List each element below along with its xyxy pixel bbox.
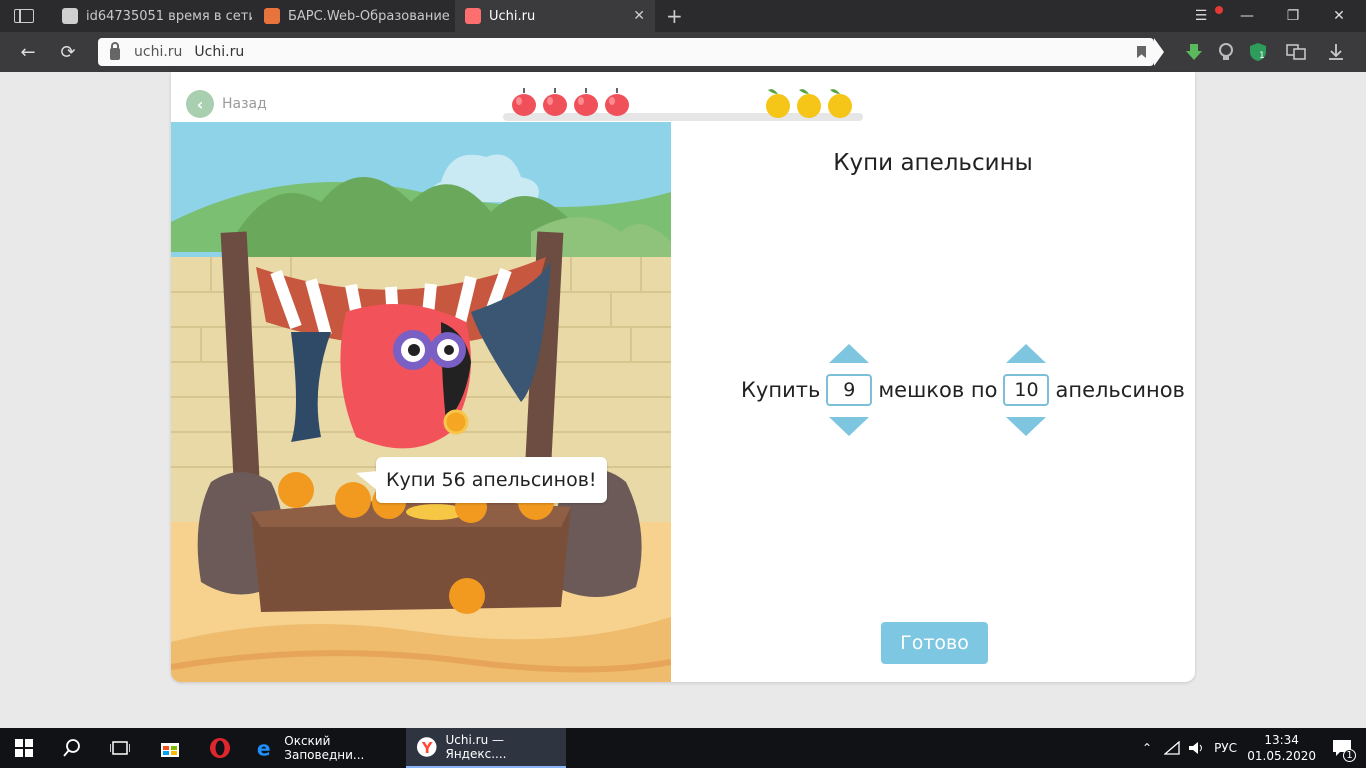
search-icon[interactable] xyxy=(48,728,96,768)
word-bags: мешков по xyxy=(878,378,998,402)
bookmark-icon[interactable] xyxy=(1137,46,1146,58)
shield-extension-icon[interactable]: 1 xyxy=(1248,42,1268,62)
taskbar-app-label: Uchi.ru — Яндекс.... xyxy=(445,733,507,761)
clock[interactable]: 13:34 01.05.2020 xyxy=(1247,732,1316,764)
browser-menu-icon[interactable]: ☰ xyxy=(1178,0,1224,32)
url-field[interactable]: uchi.ru Uchi.ru xyxy=(98,38,1164,66)
store-icon[interactable] xyxy=(146,728,194,768)
bulb-extension-icon[interactable] xyxy=(1216,42,1236,62)
yandex-browser-icon: Y xyxy=(416,737,437,757)
browser-tab-bar: id64735051 время в сети В БАРС.Web-Образ… xyxy=(0,0,1366,32)
purchase-equation: Купить 9 мешков по 10 апельсинов xyxy=(741,344,1185,436)
download-extension-icon[interactable] xyxy=(1184,42,1204,62)
back-label: Назад xyxy=(222,96,267,112)
time-label: 13:34 xyxy=(1264,733,1299,747)
uchi-favicon-icon xyxy=(465,8,481,24)
svg-text:1: 1 xyxy=(1259,51,1265,61)
word-oranges: апельсинов xyxy=(1055,378,1185,402)
network-icon[interactable] xyxy=(1164,741,1180,755)
bars-favicon-icon xyxy=(264,8,280,24)
reload-icon[interactable]: ⟳ xyxy=(56,40,80,64)
notifications-icon[interactable]: 1 xyxy=(1318,728,1366,768)
address-toolbar: ← ⟳ uchi.ru Uchi.ru 1 xyxy=(0,32,1366,72)
back-button[interactable]: ‹ Назад xyxy=(186,90,267,118)
orange-fruit-icon xyxy=(766,89,790,118)
tab-bars[interactable]: БАРС.Web-Образование - xyxy=(254,0,454,32)
back-arrow-icon[interactable]: ← xyxy=(16,40,40,64)
vk-favicon-icon xyxy=(62,8,78,24)
opera-icon[interactable] xyxy=(196,728,244,768)
chevron-up-icon[interactable]: ⌃ xyxy=(1142,741,1152,755)
word-buy: Купить xyxy=(741,378,821,402)
orange-fruit-icon xyxy=(797,89,821,118)
orange-progress xyxy=(765,86,853,118)
notification-count: 1 xyxy=(1343,749,1356,762)
tab-vk[interactable]: id64735051 время в сети В xyxy=(52,0,252,32)
bags-decrement-arrow-icon[interactable] xyxy=(829,417,870,436)
tab-uchi[interactable]: Uchi.ru ✕ xyxy=(455,0,655,32)
taskbar-app-label: Окский Заповедни... xyxy=(284,734,365,762)
new-tab-button[interactable]: + xyxy=(666,4,683,28)
market-stall-illustration: Купи 56 апельсинов! xyxy=(171,122,671,682)
svg-text:Y: Y xyxy=(421,740,433,757)
sidebar-toggle-icon[interactable] xyxy=(14,9,34,23)
close-window-button[interactable]: ✕ xyxy=(1316,0,1362,32)
lock-icon xyxy=(110,42,120,60)
system-tray: ⌃ РУС xyxy=(1142,728,1237,768)
tab-label: БАРС.Web-Образование - xyxy=(288,8,454,24)
tab-close-icon[interactable]: ✕ xyxy=(633,8,645,24)
apple-progress xyxy=(511,86,630,116)
url-page-title: Uchi.ru xyxy=(194,44,245,60)
speech-bubble: Купи 56 апельсинов! xyxy=(356,457,607,503)
restore-button[interactable]: ❐ xyxy=(1270,0,1316,32)
apple-icon xyxy=(574,88,598,116)
task-title: Купи апельсины xyxy=(833,150,1033,176)
apple-icon xyxy=(512,88,536,116)
taskbar-app-edge[interactable]: e Окский Заповедни... xyxy=(246,728,404,768)
volume-icon[interactable] xyxy=(1188,741,1206,755)
task-view-icon[interactable] xyxy=(96,728,144,768)
url-domain: uchi.ru xyxy=(134,44,183,60)
date-label: 01.05.2020 xyxy=(1247,749,1316,763)
chevron-left-icon: ‹ xyxy=(186,90,214,118)
svg-text:e: e xyxy=(257,737,271,759)
per-bag-count-field[interactable]: 10 xyxy=(1003,374,1050,406)
bags-count-field[interactable]: 9 xyxy=(826,374,873,406)
downloads-icon[interactable] xyxy=(1326,42,1346,62)
per-bag-stepper: 10 xyxy=(1003,344,1050,436)
per-bag-increment-arrow-icon[interactable] xyxy=(1006,344,1047,363)
taskbar-app-yandex[interactable]: Y Uchi.ru — Яндекс.... xyxy=(406,728,566,768)
windows-start-icon[interactable] xyxy=(0,728,48,768)
orange-fruit-icon xyxy=(828,89,852,118)
notification-dot xyxy=(1215,6,1223,14)
apple-icon xyxy=(605,88,629,116)
bags-stepper: 9 xyxy=(826,344,873,436)
apple-icon xyxy=(543,88,567,116)
language-indicator[interactable]: РУС xyxy=(1214,741,1237,755)
per-bag-decrement-arrow-icon[interactable] xyxy=(1006,417,1047,436)
tab-label: id64735051 время в сети В xyxy=(86,8,252,24)
tab-label: Uchi.ru xyxy=(489,8,536,24)
bags-increment-arrow-icon[interactable] xyxy=(829,344,870,363)
translate-extension-icon[interactable] xyxy=(1286,42,1306,62)
minimize-button[interactable]: — xyxy=(1224,0,1270,32)
done-button[interactable]: Готово xyxy=(881,622,988,664)
lesson-card: ‹ Назад Купи 56 апельсинов! Купи апельси… xyxy=(171,72,1195,682)
edge-icon: e xyxy=(257,737,271,759)
windows-taskbar: e Окский Заповедни... Y Uchi.ru — Яндекс… xyxy=(0,728,1366,768)
